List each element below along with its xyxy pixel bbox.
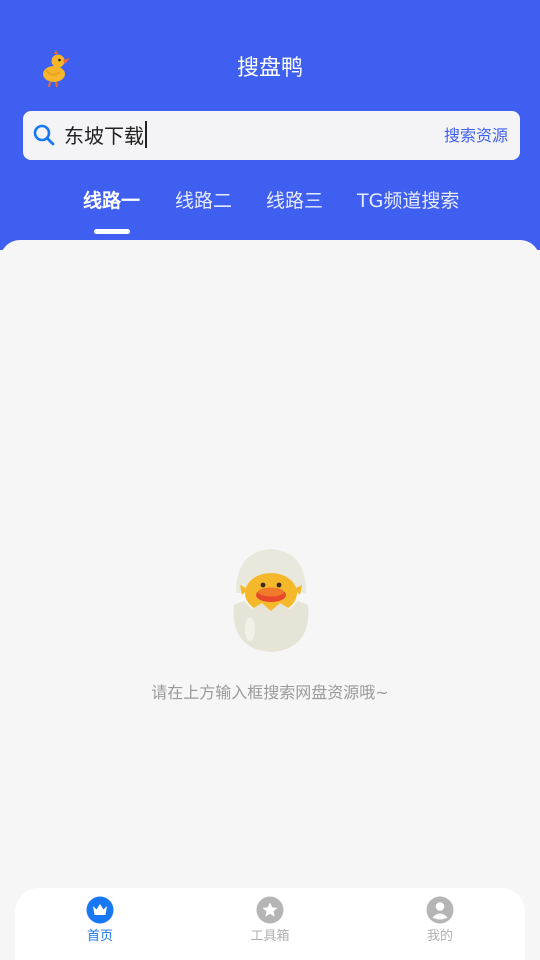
text-caret — [145, 121, 147, 148]
user-icon — [426, 896, 454, 924]
tab-route-2[interactable]: 线路二 — [175, 184, 232, 218]
duckling-in-egg-icon — [233, 549, 309, 652]
search-bar[interactable]: 东坡下载 搜索资源 — [23, 111, 520, 160]
tab-route-1[interactable]: 线路一 — [83, 184, 140, 218]
header: 搜盘鸭 东坡下载 搜索资源 线路一 线路二 线路三 TG频道搜索 — [0, 0, 540, 250]
tab-route-3[interactable]: 线路三 — [266, 184, 323, 218]
crown-icon — [86, 896, 114, 924]
nav-home[interactable]: 首页 — [50, 896, 150, 946]
tab-tg-channel-search[interactable]: TG频道搜索 — [357, 184, 459, 218]
nav-home-label: 首页 — [86, 929, 113, 944]
bottom-nav: 首页 工具箱 我的 — [15, 888, 525, 960]
nav-toolbox-label: 工具箱 — [250, 929, 290, 944]
active-tab-indicator — [94, 229, 130, 234]
star-icon — [256, 896, 284, 924]
results-panel[interactable]: 请在上方输入框搜索网盘资源哦~ — [0, 240, 540, 960]
search-button[interactable]: 搜索资源 — [444, 122, 508, 150]
route-tabs: 线路一 线路二 线路三 TG频道搜索 — [0, 184, 540, 234]
app-title: 搜盘鸭 — [236, 56, 303, 81]
search-icon — [33, 124, 55, 146]
nav-profile-label: 我的 — [426, 929, 453, 944]
nav-profile[interactable]: 我的 — [390, 896, 490, 946]
nav-toolbox[interactable]: 工具箱 — [220, 896, 320, 946]
search-input[interactable]: 东坡下载 — [64, 121, 147, 150]
empty-state-text: 请在上方输入框搜索网盘资源哦~ — [151, 683, 389, 702]
